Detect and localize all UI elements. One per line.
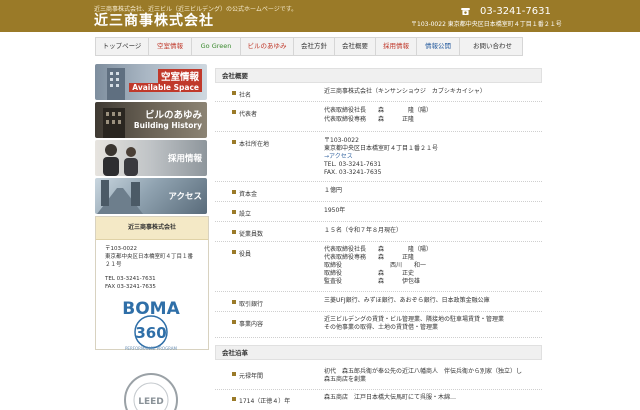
banner-history-ja: ビルのあゆみ <box>144 110 202 121</box>
row-label: 1714（正徳４）年 <box>239 398 291 405</box>
old-building-icon <box>103 108 125 138</box>
row-label: 社名 <box>239 92 252 99</box>
overview-row: 設立 1950年 <box>215 203 542 222</box>
nav-disclosure[interactable]: 情報公開 <box>417 38 460 55</box>
row-bullet <box>232 300 236 304</box>
history-row: 元禄年間 初代 森五郎兵衛が奉公先の近江八幡商人 伴伝兵衛から別家（独立）し 森… <box>215 365 542 390</box>
row-bullet <box>232 230 236 234</box>
boma-number: 360 <box>135 324 166 342</box>
infobox-line: 〒103-0022 <box>105 246 137 252</box>
banner-available-space[interactable]: 空室情報 Available Space <box>95 64 207 100</box>
row-label: 本社所在地 <box>239 141 270 148</box>
overview-row: 本社所在地 〒103-0022 東京都中央区日本橋室町４丁目１番２１号 →アクセ… <box>215 133 542 182</box>
section-heading-history: 会社沿革 <box>215 345 542 360</box>
row-value: 三菱UFJ銀行、みずほ銀行、あおぞら銀行、日本政策金融公庫 <box>324 297 490 304</box>
row-bullet <box>232 140 236 144</box>
row-value: 近三商事株式会社（キンサンショウジ カブシキカイシャ） <box>324 88 486 95</box>
leed-logo[interactable]: LEED <box>122 370 180 410</box>
section-heading-overview: 会社概要 <box>215 68 542 83</box>
nav-recruit[interactable]: 採用情報 <box>376 38 417 55</box>
row-value: FAX. 03-3241-7635 <box>324 169 382 176</box>
site-header: 近三商事株式会社、近三ビル（近三ビルデング）の公式ホームページです。 近三商事株… <box>0 0 640 32</box>
nav-vacancy[interactable]: 空室情報 <box>149 38 192 55</box>
banner-access-ja: アクセス <box>168 192 202 202</box>
overview-row: 役員 代表取締役社長 森 隆（陽） 代表取締役専務 森 正隆 取締役 西川 和一… <box>215 243 542 292</box>
global-nav: トップページ 空室情報 Go Green ビルのあゆみ 会社方針 会社概要 採用… <box>95 37 523 56</box>
row-value: 代表取締役専務 森 正隆 <box>324 116 415 123</box>
row-bullet <box>232 397 236 401</box>
nav-top[interactable]: トップページ <box>96 38 149 55</box>
phone-icon <box>461 8 470 15</box>
header-address: 〒103-0022 東京都中央区日本橋室町４丁目１番２１号 <box>411 21 562 28</box>
row-label: 取引銀行 <box>239 301 264 308</box>
row-label: 役員 <box>239 251 252 258</box>
infobox-line: 東京都中央区日本橋室町４丁目１番 <box>105 254 194 260</box>
row-label: 資本金 <box>239 191 258 198</box>
nav-policy[interactable]: 会社方針 <box>294 38 335 55</box>
overview-row: 事業内容 近三ビルデングの賃貸・ビル管理業、隣接地の駐車場賃貸・管理業 その他事… <box>215 313 542 338</box>
row-bullet <box>232 320 236 324</box>
row-value: 森五商店 江戸日本橋大伝馬町にて呉服・木綿… <box>324 394 457 401</box>
business-people-icon <box>103 144 138 176</box>
banner-vacancy-ja: 空室情報 <box>157 69 202 83</box>
row-value: 1950年 <box>324 207 346 214</box>
row-value: 代表取締役社長 森 隆（陽） <box>324 107 433 114</box>
infobox-title: 近三商事株式会社 <box>96 217 208 240</box>
row-bullet <box>232 210 236 214</box>
row-value: 森五商店を創業 <box>324 376 367 383</box>
banner-building-history[interactable]: ビルのあゆみ Building History <box>95 102 207 138</box>
leed-text: LEED <box>138 397 164 407</box>
overview-row: 代表者 代表取締役社長 森 隆（陽） 代表取締役専務 森 正隆 <box>215 103 542 132</box>
overview-row: 社名 近三商事株式会社（キンサンショウジ カブシキカイシャ） <box>215 85 542 102</box>
row-value: その他事業の取得、土地の賃貸借・管理業 <box>324 324 439 331</box>
row-bullet <box>232 190 236 194</box>
banner-recruit-ja: 採用情報 <box>167 154 202 164</box>
boma-360-logo[interactable]: BOMA 360 PERFORMANCE PROGRAM <box>117 296 185 352</box>
history-row: 1714（正徳４）年 森五商店 江戸日本橋大伝馬町にて呉服・木綿… <box>215 391 542 405</box>
row-label: 元禄年間 <box>239 373 264 380</box>
row-label: 設立 <box>239 211 252 218</box>
infobox-line: ２１号 <box>105 262 122 268</box>
banner-recruit[interactable]: 採用情報 <box>95 140 207 176</box>
city-street-icon <box>97 180 143 214</box>
row-bullet <box>232 372 236 376</box>
infobox-line: FAX 03-3241-7635 <box>105 284 156 290</box>
row-bullet <box>232 91 236 95</box>
overview-row: 資本金 １億円 <box>215 183 542 202</box>
infobox-line: TEL 03-3241-7631 <box>105 276 156 282</box>
row-bullet <box>232 250 236 254</box>
nav-go-green[interactable]: Go Green <box>192 38 241 55</box>
banner-access[interactable]: アクセス <box>95 178 207 214</box>
nav-building-history[interactable]: ビルのあゆみ <box>241 38 294 55</box>
building-icon <box>107 68 125 100</box>
banner-history-en: Building History <box>133 121 202 130</box>
header-phone: 03-3241-7631 <box>461 6 551 17</box>
row-label: 従業員数 <box>239 231 264 238</box>
nav-contact[interactable]: お問い合わせ <box>460 38 525 55</box>
nav-company-overview[interactable]: 会社概要 <box>335 38 376 55</box>
boma-subtitle: PERFORMANCE PROGRAM <box>125 346 178 351</box>
row-label: 事業内容 <box>239 321 264 328</box>
row-label: 代表者 <box>239 111 258 118</box>
row-bullet <box>232 110 236 114</box>
row-value: 監査役 森 伊包雄 <box>324 278 421 285</box>
overview-row: 従業員数 １５名（令和７年８月現在） <box>215 223 542 242</box>
phone-number: 03-3241-7631 <box>480 6 551 17</box>
site-title[interactable]: 近三商事株式会社 <box>94 10 214 30</box>
row-value: １億円 <box>324 187 343 194</box>
banner-vacancy-en: Available Space <box>129 83 202 92</box>
row-value: １５名（令和７年８月現在） <box>324 227 403 234</box>
overview-row: 取引銀行 三菱UFJ銀行、みずほ銀行、あおぞら銀行、日本政策金融公庫 <box>215 293 542 312</box>
